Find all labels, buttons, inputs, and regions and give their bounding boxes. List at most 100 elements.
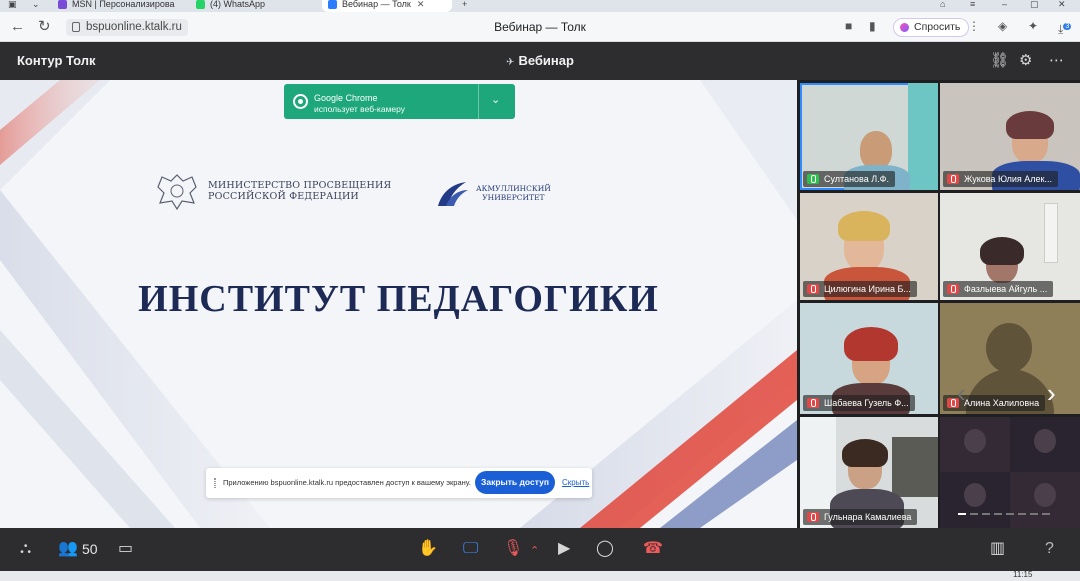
participant-tile[interactable]: Султанова Л.Ф.: [800, 83, 938, 190]
ktalk-favicon-icon: [328, 0, 337, 9]
room-title: ✈ Вебинар: [0, 53, 1080, 71]
apps-icon[interactable]: ⛬: [20, 539, 31, 559]
webcam-notice[interactable]: Google Chrome использует веб-камеру ⌄: [284, 84, 515, 119]
pagination-dot[interactable]: [994, 513, 1002, 515]
shield-icon[interactable]: ◈: [998, 19, 1007, 34]
raise-hand-icon[interactable]: ✋: [418, 539, 438, 559]
menu-icon[interactable]: ⋮: [968, 19, 980, 34]
back-icon[interactable]: ←: [10, 18, 25, 36]
drag-handle-icon[interactable]: [214, 478, 216, 488]
camera-icon[interactable]: ▶: [558, 539, 570, 559]
slide-headline: ИНСТИТУТ ПЕДАГОГИКИ: [138, 278, 659, 320]
stop-sharing-button[interactable]: Закрыть доступ: [475, 471, 555, 494]
video-hair: [980, 237, 1024, 265]
ministry-line-1: МИНИСТЕРСТВО ПРОСВЕЩЕНИЯ: [208, 180, 392, 191]
participant-tile[interactable]: Гульнара Камалиева: [800, 417, 938, 528]
more-icon[interactable]: ⋯: [1049, 52, 1064, 70]
tab-webinar[interactable]: Вебинар — Толк ✕: [322, 0, 452, 12]
extension-icon[interactable]: ✦: [1028, 19, 1038, 34]
pagination-dot[interactable]: [970, 513, 978, 515]
pagination-dot[interactable]: [1018, 513, 1026, 515]
pagination-dot[interactable]: [1042, 513, 1050, 515]
close-tab-icon[interactable]: ✕: [417, 0, 425, 9]
bookmark-icon[interactable]: ▮: [869, 19, 876, 34]
participant-count[interactable]: 50: [82, 541, 98, 557]
hide-share-bar-link[interactable]: Скрыть: [562, 478, 589, 488]
record-icon[interactable]: ◯: [596, 539, 614, 559]
leave-call-icon[interactable]: ☎: [643, 539, 663, 559]
tab-whatsapp[interactable]: (4) WhatsApp: [196, 0, 321, 12]
tab-title: Вебинар — Толк: [342, 0, 411, 9]
sidebar-icon[interactable]: ▣: [8, 0, 17, 9]
university-line-2: УНИВЕРСИТЕТ: [482, 193, 545, 202]
download-badge: 3: [1063, 23, 1072, 30]
reload-icon[interactable]: ↻: [38, 18, 51, 36]
participant-name: Фазлыева Айгуль ...: [943, 281, 1054, 297]
chat-icon[interactable]: ▭: [118, 539, 133, 559]
participant-name-text: Алина Халиловна: [964, 398, 1040, 408]
settings-icon[interactable]: ⚙: [1019, 52, 1032, 70]
tab-title: (4) WhatsApp: [210, 0, 266, 9]
os-taskbar: 11:15: [0, 571, 1080, 581]
browser-tab-strip: ▣ ⌄ MSN | Персонализирова (4) WhatsApp В…: [0, 0, 1080, 12]
participant-tile[interactable]: Фазлыева Айгуль ...: [940, 193, 1080, 300]
tab-list-icon[interactable]: ⌄: [32, 0, 40, 9]
university-logo-icon: [438, 182, 468, 206]
pagination-dot[interactable]: [1006, 513, 1014, 515]
carousel-pagination[interactable]: [958, 513, 1068, 516]
screen-share-icon[interactable]: 🖵: [463, 539, 478, 559]
link-icon[interactable]: ⛓: [990, 52, 1009, 70]
minimize-icon[interactable]: –: [1002, 0, 1007, 9]
close-window-icon[interactable]: ✕: [1058, 0, 1066, 9]
participants-icon[interactable]: 👥: [58, 539, 78, 559]
layout-icon[interactable]: ▥: [990, 539, 1005, 559]
help-icon[interactable]: ?: [1045, 539, 1054, 559]
url-text: bspuonline.ktalk.ru: [86, 21, 182, 33]
participant-tile[interactable]: Жукова Юлия Алек...: [940, 83, 1080, 190]
participant-tile[interactable]: Шабаева Гузель Ф...: [800, 303, 938, 414]
app-header: Контур Толк ✈ Вебинар ⛓ ⚙ ⋯: [0, 42, 1080, 80]
pagination-dot[interactable]: [1030, 513, 1038, 515]
university-line-1: АКМУЛЛИНСКИЙ: [476, 184, 551, 193]
maximize-icon[interactable]: ▢: [1030, 0, 1039, 9]
url-field[interactable]: bspuonline.ktalk.ru: [66, 19, 188, 36]
participant-name-text: Гульнара Камалиева: [824, 512, 912, 522]
download-icon[interactable]: ⤓ 3: [1058, 19, 1072, 37]
carousel-prev-icon[interactable]: ‹: [957, 378, 966, 408]
pin-window-icon[interactable]: ⌂: [940, 0, 945, 9]
webcam-notice-app: Google Chrome: [314, 93, 378, 103]
more-participants-tile[interactable]: [940, 417, 1080, 528]
room-pin-icon: ✈: [506, 57, 515, 68]
participant-tile[interactable]: Цилюгина Ирина Б...: [800, 193, 938, 300]
whatsapp-favicon-icon: [196, 0, 205, 9]
pagination-dot[interactable]: [982, 513, 990, 515]
university-caption: АКМУЛЛИНСКИЙ УНИВЕРСИТЕТ: [476, 184, 551, 202]
chevron-down-icon[interactable]: ⌄: [491, 93, 500, 107]
participant-name: Гульнара Камалиева: [803, 509, 918, 525]
mic-muted-icon[interactable]: 🎙: [503, 539, 523, 559]
pagination-dot[interactable]: [958, 513, 966, 515]
carousel-next-icon[interactable]: ›: [1047, 378, 1056, 408]
video-hair: [1006, 111, 1054, 139]
call-controls: ⛬ 👥 50 ▭ ✋ 🖵 🎙 ⌃ ▶ ◯ ☎ ▥ ?: [0, 528, 1080, 571]
taskbar-clock: 11:15: [1013, 570, 1033, 579]
russian-emblem-icon: [157, 174, 197, 211]
lock-icon: [72, 22, 80, 32]
participant-name: Жукова Юлия Алек...: [943, 171, 1058, 187]
new-tab-icon[interactable]: +: [462, 0, 467, 9]
screen-share-bar: Приложению bspuonline.ktalk.ru предостав…: [206, 468, 592, 498]
address-bar: ← ↻ bspuonline.ktalk.ru Вебинар — Толк ■…: [0, 12, 1080, 42]
video-background: [1044, 203, 1058, 263]
participant-name-text: Цилюгина Ирина Б...: [824, 284, 911, 294]
window-menu-icon[interactable]: ≡: [970, 0, 975, 9]
mic-options-chevron-icon[interactable]: ⌃: [530, 541, 539, 561]
mic-on-icon: [807, 174, 819, 184]
mic-off-icon: [947, 174, 959, 184]
camera-icon[interactable]: ■: [845, 19, 852, 34]
ask-button[interactable]: Спросить: [893, 18, 970, 37]
tab-msn[interactable]: MSN | Персонализирова: [58, 0, 196, 12]
video-hair: [844, 327, 898, 361]
room-title-text: Вебинар: [518, 53, 574, 68]
ministry-caption: МИНИСТЕРСТВО ПРОСВЕЩЕНИЯ РОССИЙСКОЙ ФЕДЕ…: [208, 180, 391, 202]
video-background: [908, 83, 938, 190]
